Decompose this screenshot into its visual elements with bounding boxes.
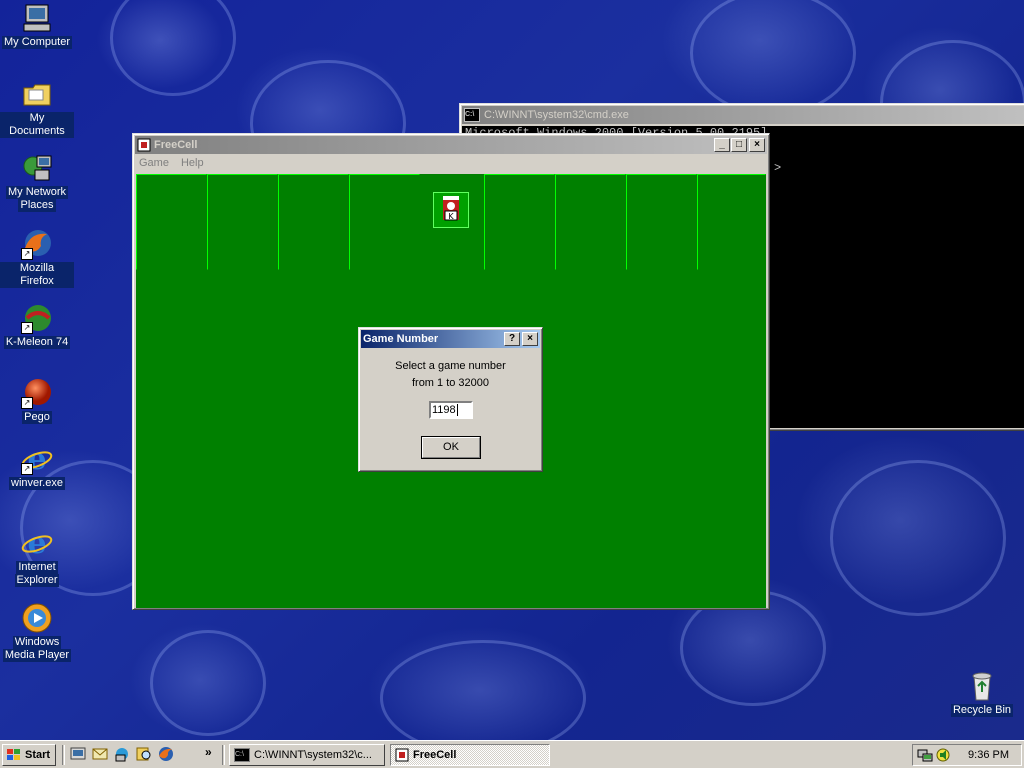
shortcut-arrow-icon: ↗ [21,397,33,409]
recycle-bin-icon [966,670,998,702]
help-button[interactable]: ? [504,332,520,346]
wallpaper-bubble [690,0,856,116]
close-button[interactable]: × [749,138,765,152]
game-number-value: 1198 [432,404,456,416]
freecell-menubar: Game Help [133,154,769,172]
home-cell-3[interactable] [626,174,697,270]
wallpaper-bubble [110,0,236,96]
task-label-freecell: FreeCell [413,749,457,761]
start-button[interactable]: Start [2,744,56,766]
close-icon: × [754,139,760,150]
dialog-close-button[interactable]: × [522,332,538,346]
maximize-icon: □ [735,139,743,150]
desktop-icon-winver[interactable]: e ↗ winver.exe [0,442,74,490]
tray-network-icon[interactable] [917,747,933,763]
menu-game[interactable]: Game [139,157,169,169]
clock[interactable]: 9:36 PM [968,749,1009,761]
shortcut-arrow-icon: ↗ [21,322,33,334]
home-cell-4[interactable] [697,174,766,270]
cmd-icon: C:\ [234,748,250,762]
dialog-titlebar[interactable]: Game Number ? × [361,330,540,348]
free-cell-1[interactable] [136,174,207,270]
tray-volume-icon[interactable] [935,747,951,763]
cmd-titlebar[interactable]: C:\ C:\WINNT\system32\cmd.exe [462,106,1024,124]
cmd-prompt: > [774,161,782,175]
ok-label: OK [443,441,459,453]
desktop-icon-internet-explorer[interactable]: e Internet Explorer [0,526,74,587]
wallpaper-bubble [830,460,1006,616]
dialog-prompt-line2: from 1 to 32000 [411,377,490,389]
task-button-cmd[interactable]: C:\ C:\WINNT\system32\c... [229,744,385,766]
free-cell-3[interactable] [278,174,349,270]
k-meleon-icon: ↗ [21,302,53,334]
shortcut-arrow-icon: ↗ [21,463,33,475]
freecell-titlebar[interactable]: FreeCell _ □ × [135,136,767,154]
free-cell-2[interactable] [207,174,278,270]
task-label-cmd: C:\WINNT\system32\c... [254,749,372,761]
internet-explorer-icon: e [21,526,53,561]
desktop-icon-media-player[interactable]: Windows Media Player [0,602,74,662]
close-icon: × [527,333,533,344]
cmd-icon: C:\ [464,108,480,122]
king-face-icon: K [433,192,469,228]
game-number-dialog[interactable]: Game Number ? × Select a game number fro… [358,327,543,472]
ok-button[interactable]: OK [421,436,481,459]
desktop-icon-k-meleon[interactable]: ↗ K-Meleon 74 [0,302,74,349]
wallpaper-bubble [380,640,586,740]
minimize-button[interactable]: _ [714,138,730,152]
text-cursor [456,404,458,416]
maximize-button[interactable]: □ [731,138,747,152]
cmd-title: C:\WINNT\system32\cmd.exe [484,109,629,121]
freecell-icon [395,748,409,762]
quicklaunch [70,746,174,762]
freecell-title: FreeCell [154,139,198,151]
taskbar: Start » C:\ C:\WINNT\system32\c... FreeC… [0,740,1024,768]
quicklaunch-divider [62,745,65,765]
internet-explorer-icon: e ↗ [21,442,53,477]
firefox-icon: ↗ [21,228,53,260]
desktop-icon-network-places[interactable]: My Network Places [0,152,74,212]
freecell-icon [137,138,151,152]
shortcut-arrow-icon: ↗ [21,248,33,260]
minimize-icon: _ [719,139,725,150]
svg-text:K: K [448,212,454,221]
home-cell-2[interactable] [555,174,626,270]
game-number-input[interactable]: 1198 [429,401,473,419]
help-icon: ? [508,333,516,344]
dialog-prompt: Select a game number from 1 to 32000 [359,358,542,392]
home-cell-1[interactable] [484,174,555,270]
desktop[interactable]: My Computer My Documents My Network Plac… [0,0,1024,740]
task-button-freecell[interactable]: FreeCell [390,744,550,766]
start-label: Start [25,749,51,761]
dialog-prompt-line1: Select a game number [395,360,506,372]
folder-icon [21,78,53,110]
dialog-title: Game Number [363,333,439,345]
svg-text:e: e [27,527,46,559]
free-cell-4[interactable] [349,174,420,270]
desktop-icon-my-computer[interactable]: My Computer [0,2,74,49]
media-player-icon [21,602,53,634]
system-tray: 9:36 PM [912,744,1022,766]
pego-icon: ↗ [21,377,53,409]
desktop-icon-pego[interactable]: ↗ Pego [0,377,74,424]
desktop-icon-recycle-bin[interactable]: Recycle Bin [945,670,1019,717]
firefox-icon[interactable] [158,746,174,762]
windows-logo-icon [6,748,22,762]
menu-help[interactable]: Help [181,157,204,169]
outlook-icon[interactable] [92,746,108,762]
desktop-icon-my-documents[interactable]: My Documents [0,78,74,138]
network-icon [21,152,53,184]
network-icon[interactable] [114,746,130,762]
desktop-icon-firefox[interactable]: ↗ Mozilla Firefox [0,228,74,288]
taskbar-divider [222,745,225,765]
quicklaunch-chevron[interactable]: » [205,745,212,759]
search-icon[interactable] [136,746,152,762]
computer-icon [21,2,53,34]
show-desktop-icon[interactable] [70,746,86,762]
wallpaper-bubble [150,630,266,736]
